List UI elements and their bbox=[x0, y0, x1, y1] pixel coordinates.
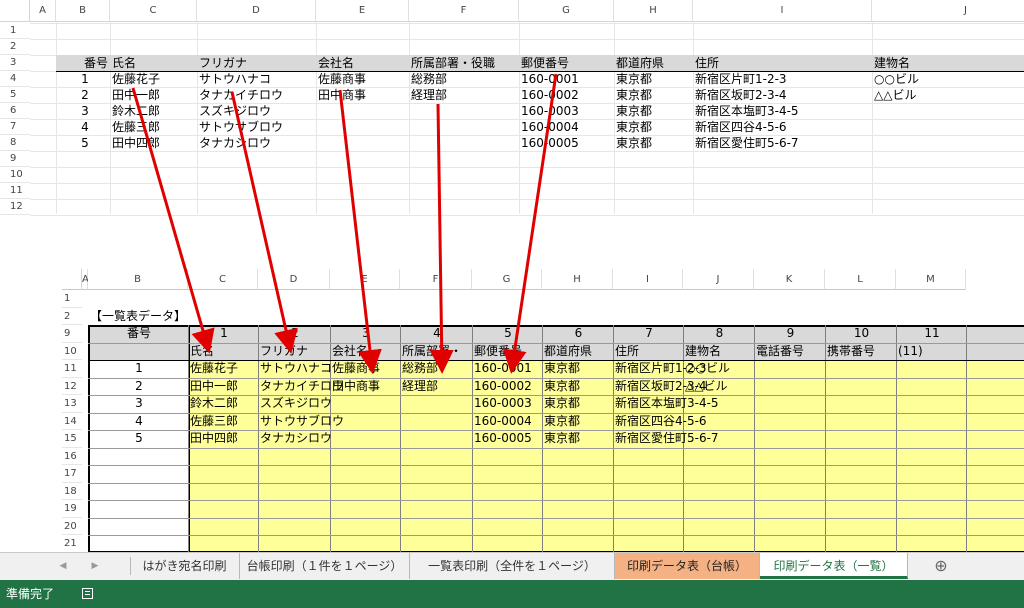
tab-scroll-next-button[interactable]: ▶ bbox=[88, 553, 102, 579]
arrow-company bbox=[338, 89, 382, 374]
arrow-postal bbox=[502, 73, 558, 374]
sheet-tab-5[interactable]: 印刷データ表（一覧） bbox=[760, 553, 908, 579]
sheet-tab-3[interactable]: 一覧表印刷（全件を１ページ） bbox=[410, 553, 615, 579]
arrow-furigana bbox=[230, 91, 298, 354]
sheet-tab-bar: ◀ ▶ はがき宛名印刷 台帳印刷（１件を１ページ） 一覧表印刷（全件を１ページ） 印刷… bbox=[0, 552, 1024, 580]
sheet-tab-4[interactable]: 印刷データ表（台帳） bbox=[615, 553, 760, 579]
status-bar: 準備完了 bbox=[0, 580, 1024, 608]
tab-divider bbox=[130, 557, 131, 575]
mapping-arrows bbox=[131, 73, 558, 374]
arrow-name bbox=[131, 87, 215, 354]
arrow-department bbox=[429, 103, 454, 374]
sheet-tab-2[interactable]: 台帳印刷（１件を１ページ） bbox=[240, 553, 410, 579]
tab-scroll-prev-button[interactable]: ◀ bbox=[56, 553, 70, 579]
add-sheet-button[interactable]: ⊕ bbox=[930, 553, 952, 579]
status-text: 準備完了 bbox=[6, 587, 55, 601]
macro-record-icon[interactable] bbox=[82, 588, 93, 599]
sheet-tab-1[interactable]: はがき宛名印刷 bbox=[130, 553, 240, 579]
